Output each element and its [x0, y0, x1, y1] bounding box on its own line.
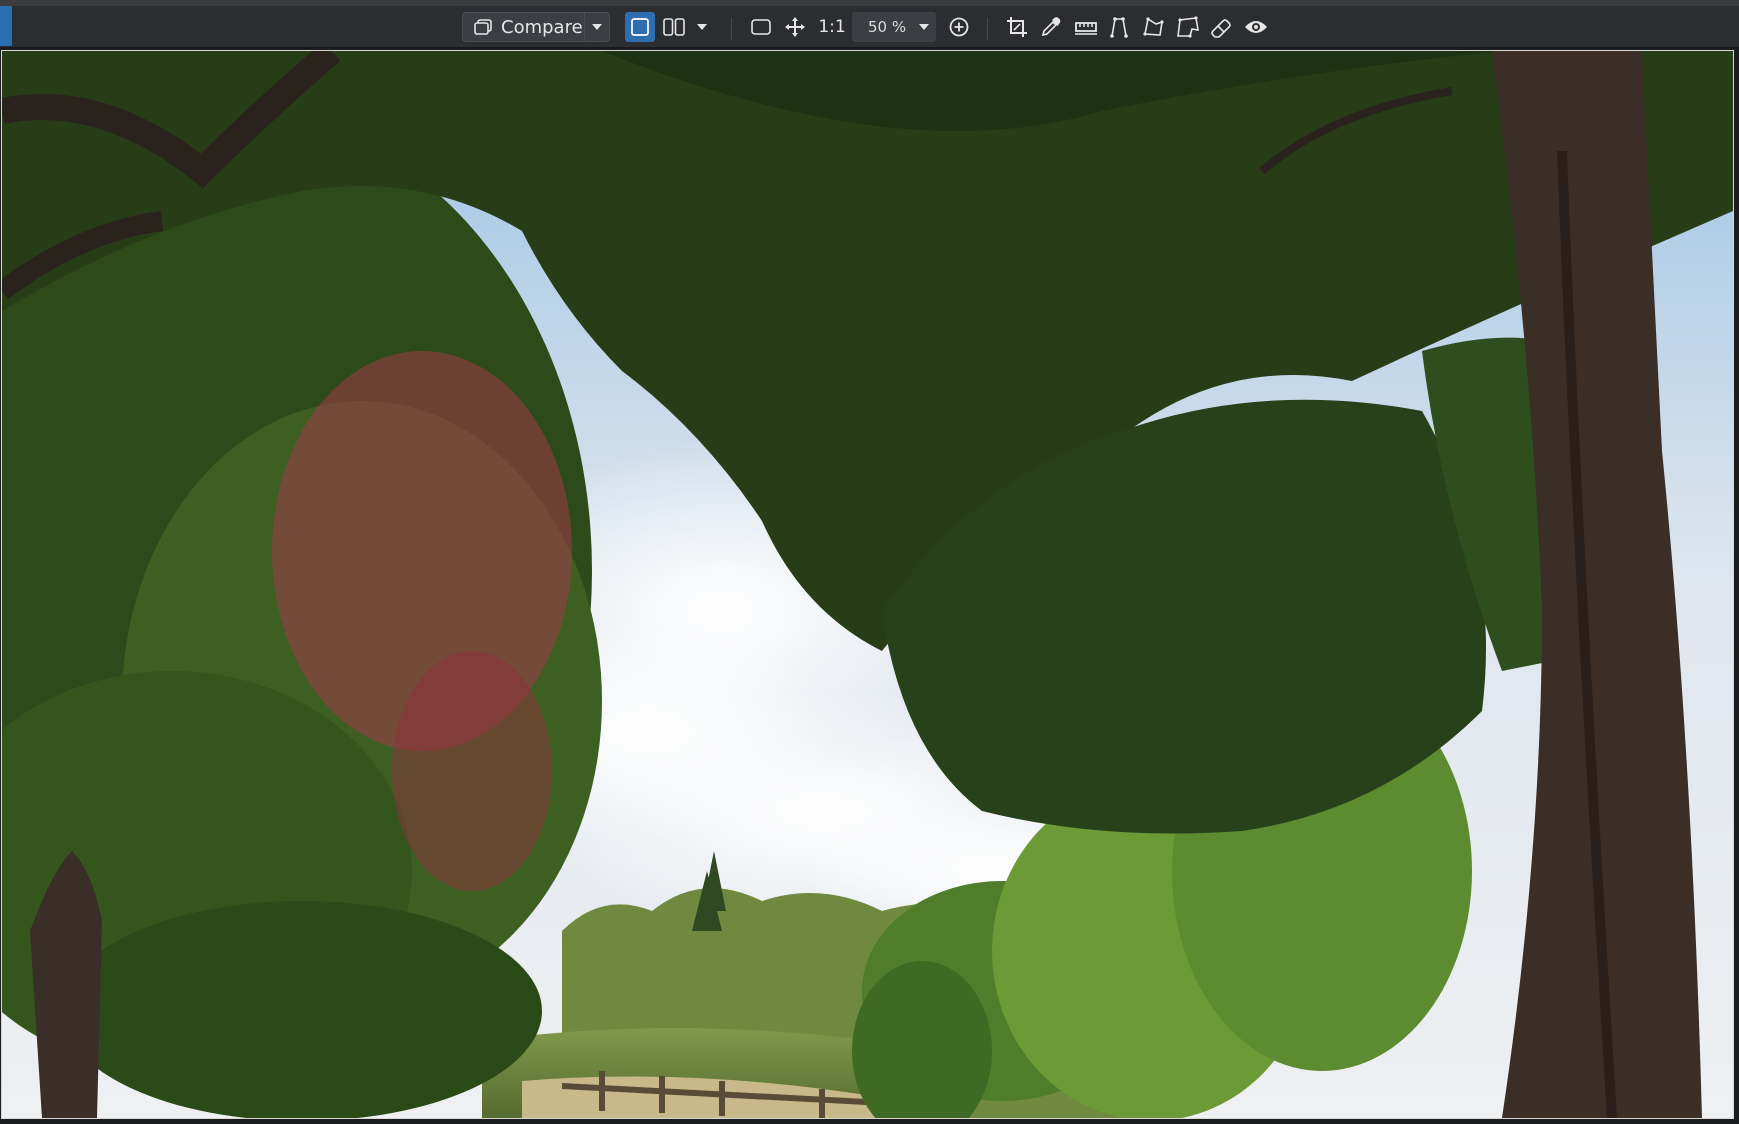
preview-toggle-button[interactable] — [1240, 12, 1272, 42]
split-view-icon — [663, 18, 685, 36]
color-picker-button[interactable] — [1036, 12, 1066, 42]
zoom-1-to-1-button[interactable]: 1:1 — [814, 12, 850, 42]
toolbar-separator — [987, 18, 988, 40]
eyedropper-icon — [1041, 17, 1061, 37]
zoom-in-button[interactable] — [944, 12, 974, 42]
split-view-button[interactable] — [659, 12, 689, 42]
image-canvas[interactable] — [0, 48, 1739, 1124]
panel-accent-tab[interactable] — [0, 6, 12, 46]
crop-icon — [1007, 17, 1027, 37]
magnetic-lasso-button[interactable] — [1172, 12, 1204, 42]
photo-editor-window: Compare 1:1 50 % — [0, 0, 1739, 1124]
eraser-tool-button[interactable] — [1206, 12, 1236, 42]
compare-button[interactable]: Compare — [462, 12, 610, 42]
lasso-icon — [1110, 17, 1128, 38]
chevron-down-icon — [592, 24, 602, 30]
chevron-down-icon — [919, 24, 929, 30]
toolbar-separator — [731, 18, 732, 40]
lasso-tool-button[interactable] — [1104, 12, 1134, 42]
view-mode-dropdown[interactable] — [690, 12, 714, 42]
chevron-down-icon — [697, 24, 707, 30]
eraser-icon — [1211, 19, 1231, 38]
zoom-in-icon — [949, 17, 969, 37]
straighten-tool-button[interactable] — [1070, 12, 1102, 42]
polygon-lasso-button[interactable] — [1138, 12, 1168, 42]
fit-to-screen-button[interactable] — [746, 12, 776, 42]
crop-tool-button[interactable] — [1002, 12, 1032, 42]
single-view-icon — [631, 18, 649, 36]
eye-icon — [1245, 21, 1267, 33]
fit-to-screen-icon — [751, 19, 771, 35]
compare-dropdown[interactable] — [584, 13, 609, 41]
zoom-level-select[interactable]: 50 % — [852, 12, 936, 42]
straighten-icon — [1075, 22, 1097, 35]
pan-button[interactable] — [780, 12, 810, 42]
photo-preview[interactable] — [1, 50, 1734, 1119]
single-view-button[interactable] — [625, 12, 655, 42]
compare-icon — [473, 18, 493, 36]
zoom-dropdown[interactable] — [914, 12, 934, 42]
polygon-lasso-icon — [1143, 17, 1164, 36]
magnetic-lasso-icon — [1177, 16, 1199, 38]
landscape-photo — [2, 51, 1733, 1118]
zoom-level-value: 50 % — [868, 18, 907, 36]
compare-label: Compare — [501, 16, 583, 38]
pan-move-icon — [785, 17, 805, 37]
main-toolbar: Compare 1:1 50 % — [0, 6, 1739, 48]
